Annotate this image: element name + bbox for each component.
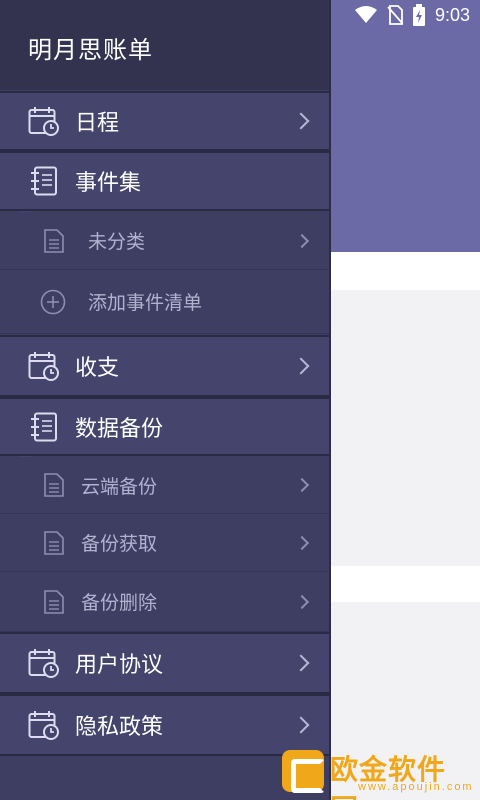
menu-item-label: 用户协议	[75, 653, 164, 678]
sub-item-label: 云端备份	[81, 475, 158, 498]
menu-item-label: 事件集	[75, 171, 142, 196]
navigation-drawer: 明月思账单 日程 事件集 未分类 添加事件清单 收支 数据备份 云端备份 备份获…	[0, 0, 331, 800]
watermark: 欧金软件园 www.apoujin.com	[282, 746, 474, 800]
menu-item-label: 隐私政策	[75, 715, 164, 740]
document-icon	[44, 530, 64, 555]
menu-item-user-agreement[interactable]: 用户协议	[0, 632, 329, 694]
calendar-clock-icon	[28, 711, 59, 740]
chevron-right-icon	[292, 654, 310, 672]
notebook-icon	[31, 412, 57, 441]
chevron-right-icon	[292, 112, 310, 130]
chevron-right-icon	[294, 233, 310, 248]
chevron-right-icon	[294, 477, 310, 493]
document-icon	[44, 589, 64, 614]
menu-item-label: 日程	[75, 111, 120, 136]
watermark-url: www.apoujin.com	[358, 781, 474, 793]
menu-item-income-expense[interactable]: 收支	[0, 335, 329, 397]
chevron-right-icon	[292, 716, 310, 734]
document-icon	[44, 473, 64, 497]
add-event-list-button[interactable]: 添加事件清单	[0, 270, 329, 334]
clock: 9:03	[434, 4, 470, 25]
menu-item-schedule[interactable]: 日程	[0, 91, 329, 151]
calendar-clock-icon	[28, 352, 59, 381]
no-sim-icon	[387, 5, 403, 25]
sub-item-label: 未分类	[88, 231, 146, 253]
calendar-clock-icon	[28, 649, 59, 678]
chevron-right-icon	[294, 535, 310, 550]
battery-charging-icon	[412, 4, 425, 26]
sub-item-backup-delete[interactable]: 备份删除	[0, 572, 329, 632]
drawer-header: 明月思账单	[0, 0, 329, 90]
app-title: 明月思账单	[28, 36, 153, 64]
wifi-icon	[354, 6, 377, 23]
sub-item-backup-fetch[interactable]: 备份获取	[0, 514, 329, 572]
document-icon	[44, 228, 64, 253]
menu-item-label: 收支	[75, 356, 120, 381]
menu-item-data-backup[interactable]: 数据备份	[0, 397, 329, 456]
watermark-logo-icon	[282, 750, 325, 793]
chevron-right-icon	[292, 357, 310, 375]
menu-item-label: 数据备份	[75, 416, 164, 442]
notebook-icon	[31, 166, 57, 196]
add-circle-icon	[40, 289, 66, 314]
sub-item-label: 备份获取	[81, 533, 158, 555]
menu-item-events[interactable]: 事件集	[0, 151, 329, 211]
calendar-clock-icon	[28, 107, 59, 136]
sub-item-label: 备份删除	[81, 592, 158, 614]
menu-item-privacy-policy[interactable]: 隐私政策	[0, 694, 329, 756]
sub-item-uncategorized[interactable]: 未分类	[0, 212, 329, 270]
chevron-right-icon	[294, 594, 310, 609]
sub-item-cloud-backup[interactable]: 云端备份	[0, 457, 329, 514]
sub-item-label: 添加事件清单	[88, 292, 203, 314]
